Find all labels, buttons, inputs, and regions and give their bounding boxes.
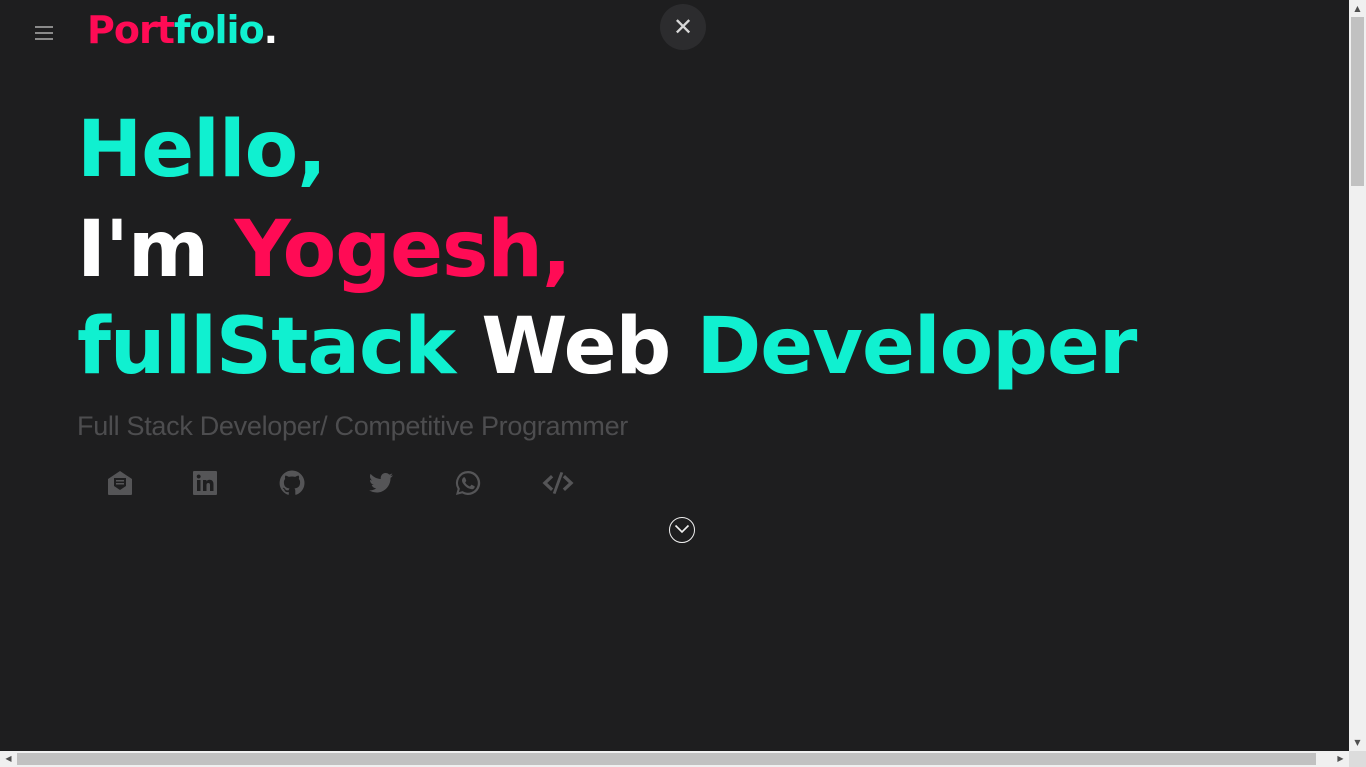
hero-role-word-1: fullStack xyxy=(77,302,456,392)
hero-name: Yogesh, xyxy=(234,205,571,295)
code-link[interactable] xyxy=(539,466,577,500)
horizontal-scrollbar-thumb[interactable] xyxy=(17,753,1316,765)
github-icon xyxy=(279,470,305,495)
logo-part-folio: folio xyxy=(173,8,265,52)
vertical-scrollbar-thumb[interactable] xyxy=(1351,17,1364,186)
site-logo[interactable]: Portfolio. xyxy=(87,6,278,54)
portfolio-page: Portfolio. ✕ Hello, I'm Yogesh, fullStac… xyxy=(0,0,1366,767)
hero-role-word-3: Developer xyxy=(696,302,1137,392)
mail-icon xyxy=(108,471,132,495)
horizontal-scrollbar[interactable]: ◀ ▶ xyxy=(0,751,1349,767)
code-icon xyxy=(542,472,574,494)
close-button[interactable]: ✕ xyxy=(660,4,706,50)
scroll-right-arrow-icon[interactable]: ▶ xyxy=(1332,751,1349,767)
twitter-icon xyxy=(369,473,393,493)
hamburger-icon-bar xyxy=(35,32,53,34)
scroll-up-arrow-icon[interactable]: ▲ xyxy=(1349,0,1366,17)
scroll-down-button[interactable] xyxy=(669,517,695,543)
hamburger-icon-bar xyxy=(35,38,53,40)
scroll-left-arrow-icon[interactable]: ◀ xyxy=(0,751,17,767)
hero-subtitle: Full Stack Developer/ Competitive Progra… xyxy=(77,411,628,441)
linkedin-link[interactable] xyxy=(188,466,222,500)
chevron-down-icon xyxy=(674,524,690,534)
scrollbar-corner xyxy=(1349,751,1366,767)
hero-role: fullStack Web Developer xyxy=(77,299,1137,395)
close-icon: ✕ xyxy=(672,13,694,41)
hero-role-word-2: Web xyxy=(481,302,671,392)
hero-intro-prefix: I'm xyxy=(77,205,235,295)
twitter-link[interactable] xyxy=(364,466,398,500)
menu-toggle-button[interactable] xyxy=(35,26,53,42)
hamburger-icon-bar xyxy=(35,26,53,28)
hero-intro: I'm Yogesh, xyxy=(77,202,572,298)
github-link[interactable] xyxy=(275,466,309,500)
vertical-scrollbar[interactable]: ▲ ▼ xyxy=(1349,0,1366,751)
hero-greeting: Hello, xyxy=(77,105,327,195)
whatsapp-link[interactable] xyxy=(451,466,485,500)
whatsapp-icon xyxy=(455,470,481,495)
scroll-down-arrow-icon[interactable]: ▼ xyxy=(1349,734,1366,751)
mail-link[interactable] xyxy=(103,466,137,500)
linkedin-icon xyxy=(193,471,217,495)
logo-dot: . xyxy=(263,8,278,52)
logo-part-port: Port xyxy=(87,8,175,52)
